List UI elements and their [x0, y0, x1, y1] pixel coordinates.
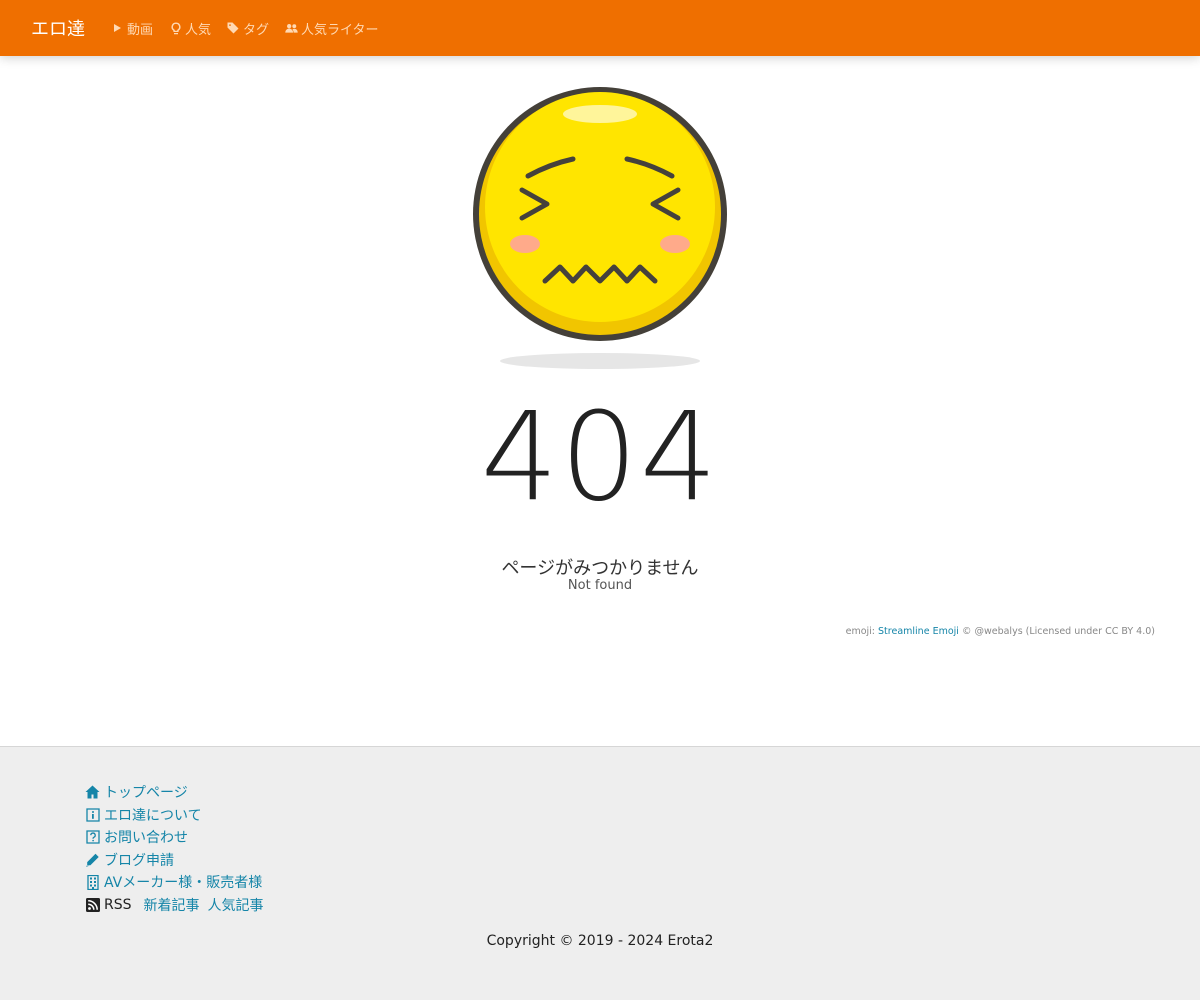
users-icon	[285, 22, 298, 35]
rss-link-popular-articles[interactable]: 人気記事	[208, 895, 264, 915]
confounded-face-emoji	[473, 87, 727, 369]
error-message-jp: ページがみつかりません	[501, 558, 699, 579]
footer-links: トップページ エロ達について お問い合わせ ブログ申請 AVメーカー様・販売者様	[85, 781, 272, 916]
footer-link-top-page[interactable]: トップページ	[85, 781, 272, 804]
footer-link-label: ブログ申請	[104, 852, 174, 869]
footer-link-label: お問い合わせ	[104, 830, 188, 847]
nav-item-videos[interactable]: 動画	[111, 19, 153, 38]
pencil-icon	[85, 852, 100, 867]
streamline-emoji-link[interactable]: Streamline Emoji	[878, 626, 959, 637]
play-icon	[111, 22, 124, 35]
rss-label: RSS	[104, 896, 132, 913]
credit-suffix: © @webalys (Licensed under CC BY 4.0)	[958, 626, 1155, 637]
lightbulb-icon	[169, 21, 182, 35]
nav-item-tags[interactable]: タグ	[227, 19, 269, 38]
building-icon	[85, 874, 100, 890]
main-content: 404 ページがみつかりません Not found emoji: Streaml…	[0, 56, 1200, 746]
nav-item-popular[interactable]: 人気	[169, 19, 211, 38]
rss-link-new-articles[interactable]: 新着記事	[144, 895, 200, 915]
nav-item-popular-writers[interactable]: 人気ライター	[285, 19, 379, 38]
error-message-en: Not found	[567, 578, 633, 593]
footer-rss-row: RSS 新着記事 人気記事	[85, 894, 272, 917]
nav-item-label: 人気ライター	[301, 22, 379, 38]
site-footer: トップページ エロ達について お問い合わせ ブログ申請 AVメーカー様・販売者様	[0, 746, 1200, 1000]
question-icon	[85, 830, 100, 845]
footer-link-label: AVメーカー様・販売者様	[104, 875, 263, 892]
footer-link-av-makers[interactable]: AVメーカー様・販売者様	[85, 871, 272, 894]
nav-item-label: 人気	[185, 22, 212, 38]
error-code: 404	[480, 386, 720, 528]
top-navbar: エロ達 動画 人気 タグ 人気ライター	[0, 0, 1200, 56]
site-brand[interactable]: エロ達	[31, 15, 85, 41]
copyright-text: Copyright © 2019 - 2024 Erota2	[486, 933, 714, 949]
footer-link-blog-application[interactable]: ブログ申請	[85, 849, 272, 872]
emoji-credit: emoji: Streamline Emoji © @webalys (Lice…	[846, 626, 1155, 637]
info-icon	[85, 807, 100, 822]
home-icon	[85, 785, 100, 800]
rss-icon	[85, 897, 100, 912]
credit-prefix: emoji:	[845, 626, 879, 637]
footer-link-label: エロ達について	[104, 807, 202, 824]
footer-link-label: トップページ	[104, 785, 188, 802]
footer-link-about[interactable]: エロ達について	[85, 804, 272, 827]
nav-item-label: タグ	[243, 22, 270, 38]
nav-item-label: 動画	[127, 22, 154, 38]
tags-icon	[227, 22, 240, 35]
footer-link-contact[interactable]: お問い合わせ	[85, 826, 272, 849]
